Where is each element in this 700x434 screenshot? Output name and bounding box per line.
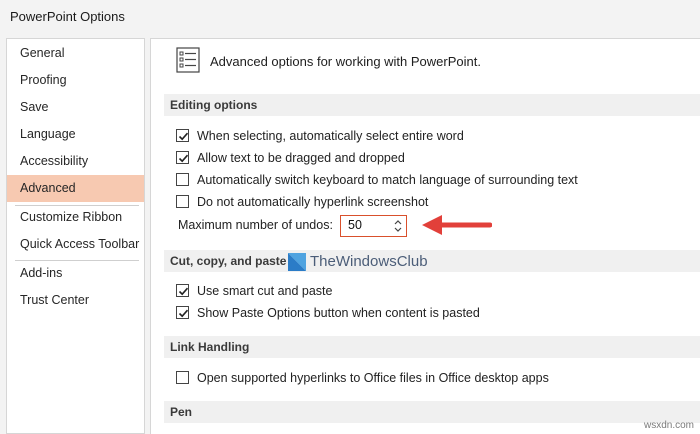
option-label: Allow text to be dragged and dropped xyxy=(197,151,405,165)
options-sidebar: General Proofing Save Language Accessibi… xyxy=(6,38,145,434)
max-undos-value[interactable]: 50 xyxy=(348,218,362,232)
max-undos-spinner[interactable]: 50 xyxy=(340,215,407,237)
section-header-link-handling: Link Handling xyxy=(164,336,700,358)
checkbox-checked[interactable] xyxy=(176,284,189,297)
windows-logo-icon xyxy=(288,253,306,271)
option-label: Open supported hyperlinks to Office file… xyxy=(197,371,549,385)
option-label: Show Paste Options button when content i… xyxy=(197,306,480,320)
max-undos-label: Maximum number of undos: xyxy=(178,218,333,232)
sidebar-item-customize-ribbon[interactable]: Customize Ribbon xyxy=(7,204,144,231)
sidebar-item-accessibility[interactable]: Accessibility xyxy=(7,148,144,175)
section-header-pen: Pen xyxy=(164,401,700,423)
sidebar-item-language[interactable]: Language xyxy=(7,121,144,148)
option-label: Use smart cut and paste xyxy=(197,284,333,298)
sidebar-item-advanced[interactable]: Advanced xyxy=(7,175,144,202)
checkbox-checked[interactable] xyxy=(176,129,189,142)
sidebar-item-add-ins[interactable]: Add-ins xyxy=(7,260,144,287)
title-bar: PowerPoint Options xyxy=(0,0,700,34)
option-label: When selecting, automatically select ent… xyxy=(197,129,464,143)
section-header-cut-copy-paste: Cut, copy, and paste xyxy=(164,250,700,272)
checkbox-unchecked[interactable] xyxy=(176,195,189,208)
sidebar-item-general[interactable]: General xyxy=(7,40,144,67)
sidebar-item-trust-center[interactable]: Trust Center xyxy=(7,287,144,314)
spinner-arrows-icon[interactable] xyxy=(392,217,404,235)
checkbox-checked[interactable] xyxy=(176,306,189,319)
sidebar-item-proofing[interactable]: Proofing xyxy=(7,67,144,94)
options-list-icon xyxy=(176,47,200,73)
sidebar-item-quick-access-toolbar[interactable]: Quick Access Toolbar xyxy=(7,231,144,258)
site-watermark: wsxdn.com xyxy=(643,420,694,431)
option-label: Automatically switch keyboard to match l… xyxy=(197,173,578,187)
sidebar-item-save[interactable]: Save xyxy=(7,94,144,121)
page-title: Advanced options for working with PowerP… xyxy=(210,54,481,69)
option-label: Do not automatically hyperlink screensho… xyxy=(197,195,429,209)
checkbox-unchecked[interactable] xyxy=(176,371,189,384)
checkbox-checked[interactable] xyxy=(176,151,189,164)
red-arrow-annotation-icon xyxy=(422,215,492,235)
window-title: PowerPoint Options xyxy=(10,9,125,24)
checkbox-unchecked[interactable] xyxy=(176,173,189,186)
section-header-editing-options: Editing options xyxy=(164,94,700,116)
watermark-text: TheWindowsClub xyxy=(310,253,428,270)
